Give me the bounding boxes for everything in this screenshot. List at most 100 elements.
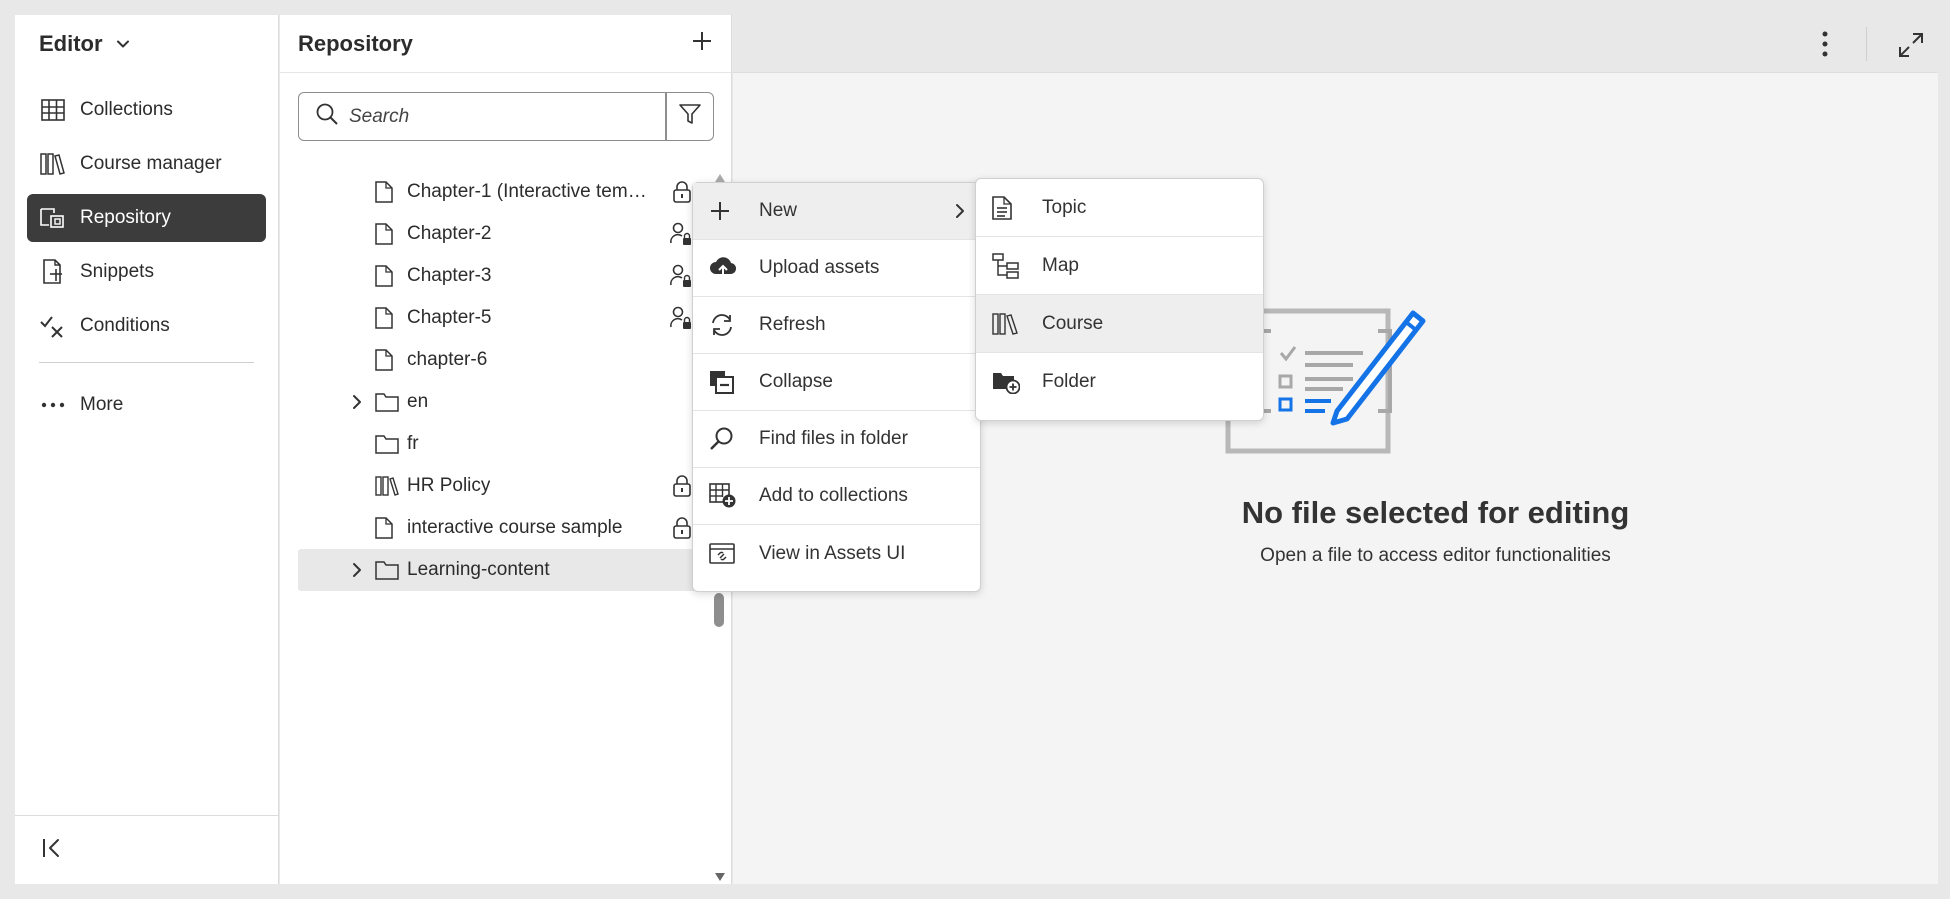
tree-item-label: Chapter-3 <box>407 265 492 286</box>
context-menu: New Upload assets Refresh Collapse Find … <box>692 182 981 592</box>
empty-state-subtitle: Open a file to access editor functionali… <box>1260 545 1611 566</box>
editor-switcher[interactable]: Editor <box>15 15 278 73</box>
submenu-item-topic[interactable]: Topic <box>976 179 1263 237</box>
menu-item-label: Add to collections <box>759 485 908 506</box>
grid-icon <box>40 97 66 123</box>
search-icon <box>315 102 339 131</box>
tree-item[interactable]: en <box>298 381 692 423</box>
toolbar-divider <box>1866 27 1867 61</box>
menu-item-upload-assets[interactable]: Upload assets <box>693 240 980 297</box>
nav-item-snippets[interactable]: Snippets <box>27 248 266 296</box>
search-field[interactable] <box>298 92 666 141</box>
add-icon[interactable] <box>691 30 713 57</box>
nav-item-course-manager[interactable]: Course manager <box>27 140 266 188</box>
menu-item-new[interactable]: New <box>693 183 980 240</box>
tree-item-label: chapter-6 <box>407 349 488 370</box>
menu-item-label: Collapse <box>759 371 833 392</box>
tree-item[interactable]: Chapter-3 <box>298 255 692 297</box>
search-icon <box>709 426 735 452</box>
scrollbar-thumb[interactable] <box>714 593 724 627</box>
link-window-icon <box>709 542 737 566</box>
panel-title: Repository <box>298 30 413 56</box>
books-icon <box>375 475 399 497</box>
menu-item-find-files[interactable]: Find files in folder <box>693 411 980 468</box>
submenu-item-label: Map <box>1042 254 1079 276</box>
collapse-sidebar-button[interactable] <box>15 815 278 884</box>
file-icon <box>375 307 393 329</box>
nav-item-label: Conditions <box>80 315 170 336</box>
more-horizontal-icon <box>40 392 66 418</box>
submenu-item-label: Folder <box>1042 371 1096 392</box>
map-tree-icon <box>992 252 1020 279</box>
add-collection-icon <box>709 483 737 509</box>
lock-icon <box>672 181 692 203</box>
menu-item-label: View in Assets UI <box>759 542 906 564</box>
menu-item-label: Find files in folder <box>759 428 908 449</box>
file-icon <box>375 181 393 203</box>
snippet-icon <box>40 259 66 285</box>
tree-item-label: interactive course sample <box>407 517 623 538</box>
nav-divider <box>39 362 254 363</box>
chevron-right-icon[interactable] <box>350 393 370 411</box>
nav-item-label: Collections <box>80 99 173 120</box>
fullscreen-icon[interactable] <box>1898 32 1924 63</box>
menu-item-add-to-collections[interactable]: Add to collections <box>693 468 980 525</box>
tree-item-label: Learning-content <box>407 559 550 580</box>
folder-icon <box>375 434 399 454</box>
tree-item[interactable]: Chapter-2 <box>298 213 692 255</box>
tree-item[interactable]: HR Policy <box>298 465 692 507</box>
editor-toolbar <box>733 15 1938 73</box>
books-icon <box>992 312 1020 336</box>
submenu-item-map[interactable]: Map <box>976 237 1263 295</box>
lock-icon <box>672 475 692 497</box>
tree-item-label: Chapter-5 <box>407 307 492 328</box>
nav-item-label: More <box>80 394 124 415</box>
tree-item[interactable]: interactive course sample <box>298 507 692 549</box>
lock-icon <box>672 517 692 539</box>
tree-item[interactable]: fr <box>298 423 692 465</box>
user-lock-icon <box>670 222 692 246</box>
tree-item[interactable]: chapter-6 <box>298 339 692 381</box>
menu-item-label: Upload assets <box>759 257 880 278</box>
nav-item-repository[interactable]: Repository <box>27 194 266 242</box>
submenu-item-folder[interactable]: Folder <box>976 353 1263 411</box>
tree-item-label: HR Policy <box>407 475 491 496</box>
books-icon <box>40 151 66 177</box>
new-submenu: Topic Map Course Folder <box>975 178 1264 421</box>
tree-item-label: Chapter-1 (Interactive temp... <box>407 181 653 202</box>
nav-item-collections[interactable]: Collections <box>27 86 266 134</box>
tree-item-label: en <box>407 391 429 412</box>
plus-icon <box>709 200 731 222</box>
submenu-item-course[interactable]: Course <box>976 295 1263 353</box>
tree-item[interactable]: Chapter-1 (Interactive temp... <box>298 171 692 213</box>
folder-add-icon <box>992 370 1020 394</box>
tree-item[interactable]: Chapter-5 <box>298 297 692 339</box>
folder-icon <box>375 560 399 580</box>
collapse-all-icon <box>709 370 735 394</box>
tree-item-label: Chapter-2 <box>407 223 492 244</box>
filter-button[interactable] <box>666 92 714 141</box>
submenu-item-label: Topic <box>1042 196 1087 218</box>
nav-item-label: Course manager <box>80 153 222 174</box>
menu-item-collapse[interactable]: Collapse <box>693 354 980 411</box>
nav-item-label: Snippets <box>80 261 154 282</box>
menu-item-refresh[interactable]: Refresh <box>693 297 980 354</box>
search-input[interactable] <box>349 105 649 128</box>
chevron-right-icon[interactable] <box>350 561 370 579</box>
file-icon <box>375 349 393 371</box>
file-icon <box>375 265 393 287</box>
more-vertical-icon[interactable] <box>1821 31 1829 62</box>
collapse-left-icon <box>41 837 63 864</box>
nav-item-conditions[interactable]: Conditions <box>27 302 266 350</box>
tree-item[interactable]: Learning-content <box>298 549 718 591</box>
user-lock-icon <box>670 306 692 330</box>
empty-state-title: No file selected for editing <box>1241 495 1630 530</box>
chevron-down-icon <box>115 36 131 52</box>
conditions-icon <box>40 313 66 339</box>
repository-panel: Repository Chapter-1 (Interactive temp..… <box>280 15 732 884</box>
cloud-upload-icon <box>709 256 737 280</box>
menu-item-view-in-assets[interactable]: View in Assets UI <box>693 525 980 582</box>
nav-item-more[interactable]: More <box>27 381 266 429</box>
repository-icon <box>40 205 66 231</box>
repository-tree: Chapter-1 (Interactive temp... Chapter-2… <box>298 171 718 591</box>
